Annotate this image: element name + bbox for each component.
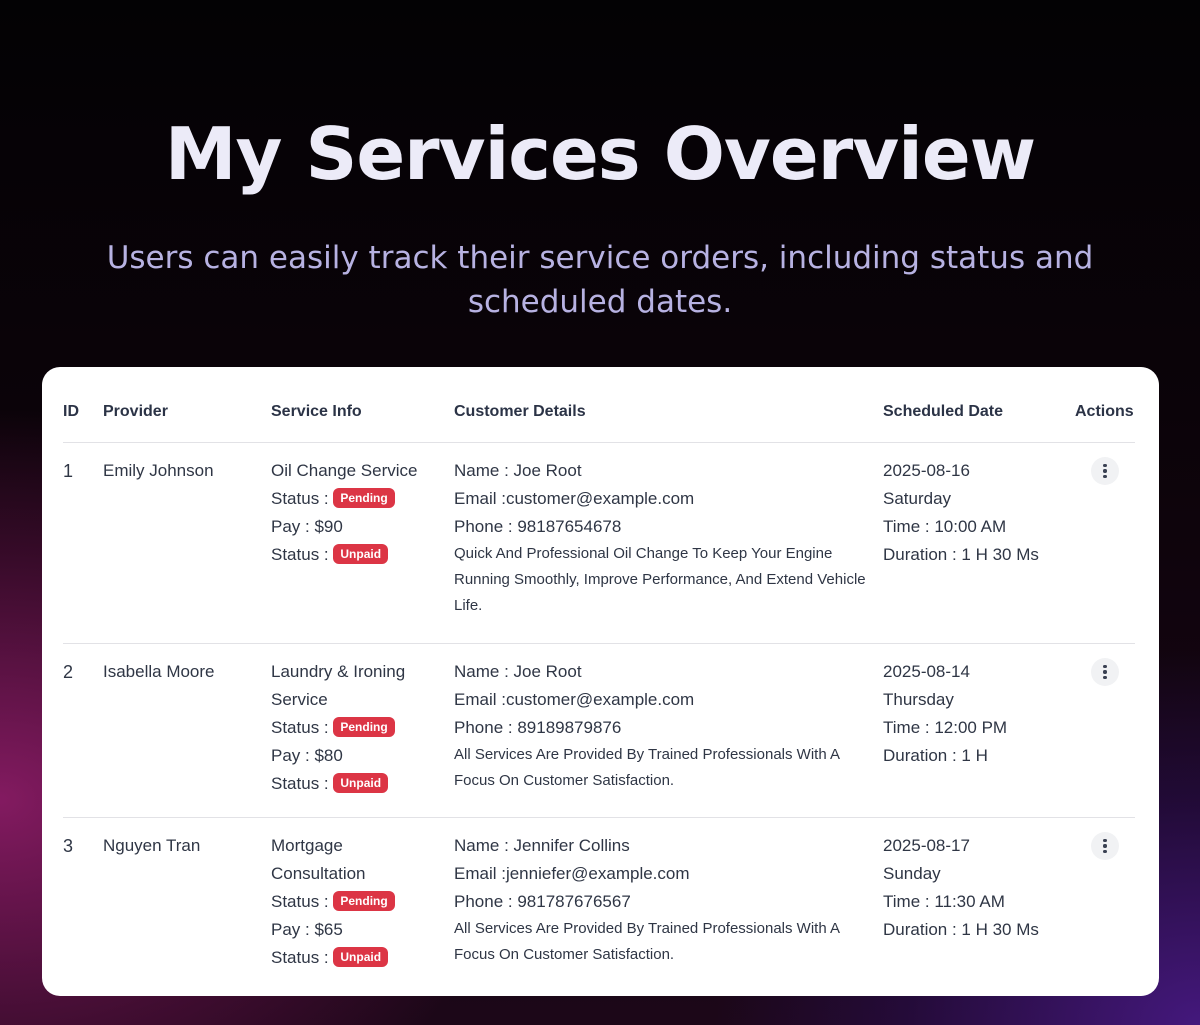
customer-email: Email :jenniefer@example.com bbox=[454, 864, 690, 883]
column-header-service-info: Service Info bbox=[271, 403, 362, 420]
customer-name: Name : Jennifer Collins bbox=[454, 836, 630, 855]
customer-name: Name : Joe Root bbox=[454, 461, 582, 480]
payment-status-badge: Unpaid bbox=[333, 946, 389, 967]
service-name-line1: Mortgage bbox=[271, 836, 343, 855]
scheduled-time: Time : 12:00 PM bbox=[883, 718, 1008, 737]
column-header-scheduled-date: Scheduled Date bbox=[883, 403, 1004, 420]
scheduled-day: Saturday bbox=[883, 489, 952, 508]
status-label: Status : bbox=[271, 489, 329, 508]
column-header-id: ID bbox=[63, 403, 79, 420]
provider-name: Isabella Moore bbox=[103, 662, 215, 681]
customer-phone: Phone : 89189879876 bbox=[454, 718, 622, 737]
row-actions-button[interactable] bbox=[1091, 832, 1119, 860]
scheduled-date: 2025-08-14 bbox=[883, 662, 970, 681]
pay-amount: Pay : $65 bbox=[271, 920, 343, 939]
status-badge: Pending bbox=[333, 890, 395, 911]
vertical-ellipsis-icon-dot bbox=[1103, 469, 1107, 473]
vertical-ellipsis-icon-dot bbox=[1103, 675, 1107, 680]
vertical-ellipsis-icon-dot bbox=[1103, 670, 1107, 674]
service-name: Oil Change Service bbox=[271, 461, 418, 480]
table-row: 3 Nguyen Tran Mortgage Consultation Stat… bbox=[63, 818, 1135, 988]
page-title: My Services Overview bbox=[164, 112, 1036, 196]
provider-name: Nguyen Tran bbox=[103, 836, 201, 855]
table-row: 1 Emily Johnson Oil Change Service Statu… bbox=[63, 443, 1135, 644]
scheduled-date: 2025-08-16 bbox=[883, 461, 970, 480]
row-actions-button[interactable] bbox=[1091, 457, 1119, 485]
service-name-line2: Service bbox=[271, 690, 328, 709]
customer-email: Email :customer@example.com bbox=[454, 690, 695, 709]
customer-phone: Phone : 98187654678 bbox=[454, 517, 622, 536]
row-id: 3 bbox=[63, 836, 74, 856]
payment-status-label: Status : bbox=[271, 774, 329, 793]
status-badge: Pending bbox=[333, 716, 395, 737]
row-id: 1 bbox=[63, 461, 74, 481]
scheduled-day: Sunday bbox=[883, 864, 941, 883]
column-header-actions: Actions bbox=[1075, 403, 1134, 420]
row-id: 2 bbox=[63, 662, 74, 682]
service-description: All Services Are Provided By Trained Pro… bbox=[454, 746, 840, 789]
scheduled-date: 2025-08-17 bbox=[883, 836, 970, 855]
row-actions-button[interactable] bbox=[1091, 658, 1119, 686]
service-duration: Duration : 1 H 30 Ms bbox=[883, 545, 1039, 564]
vertical-ellipsis-icon bbox=[1103, 664, 1107, 669]
service-name-line1: Laundry & Ironing bbox=[271, 662, 406, 681]
pay-amount: Pay : $90 bbox=[271, 517, 343, 536]
payment-status-label: Status : bbox=[271, 545, 329, 564]
customer-email: Email :customer@example.com bbox=[454, 489, 695, 508]
status-label: Status : bbox=[271, 892, 329, 911]
service-duration: Duration : 1 H 30 Ms bbox=[883, 920, 1039, 939]
vertical-ellipsis-icon-dot bbox=[1103, 474, 1107, 479]
table-row: 2 Isabella Moore Laundry & Ironing Servi… bbox=[63, 644, 1135, 818]
vertical-ellipsis-icon bbox=[1103, 463, 1107, 468]
status-badge: Pending bbox=[333, 487, 395, 508]
column-header-provider: Provider bbox=[103, 403, 168, 420]
service-name-line2: Consultation bbox=[271, 864, 366, 883]
payment-status-badge: Unpaid bbox=[333, 772, 389, 793]
service-duration: Duration : 1 H bbox=[883, 746, 988, 765]
customer-phone: Phone : 981787676567 bbox=[454, 892, 631, 911]
service-description: All Services Are Provided By Trained Pro… bbox=[454, 920, 840, 963]
pay-amount: Pay : $80 bbox=[271, 746, 343, 765]
scheduled-time: Time : 10:00 AM bbox=[883, 517, 1007, 536]
provider-name: Emily Johnson bbox=[103, 461, 214, 480]
payment-status-label: Status : bbox=[271, 948, 329, 967]
vertical-ellipsis-icon-dot bbox=[1103, 844, 1107, 848]
vertical-ellipsis-icon bbox=[1103, 838, 1107, 843]
status-label: Status : bbox=[271, 718, 329, 737]
service-description: Quick And Professional Oil Change To Kee… bbox=[454, 545, 866, 614]
vertical-ellipsis-icon-dot bbox=[1103, 849, 1107, 854]
column-header-customer-details: Customer Details bbox=[454, 403, 586, 420]
scheduled-time: Time : 11:30 AM bbox=[883, 892, 1005, 911]
customer-name: Name : Joe Root bbox=[454, 662, 582, 681]
services-table-card: ID Provider Service Info Customer Detail… bbox=[42, 367, 1159, 996]
table-header: ID Provider Service Info Customer Detail… bbox=[63, 367, 1135, 443]
payment-status-badge: Unpaid bbox=[333, 543, 389, 564]
page-subtitle: Users can easily track their service ord… bbox=[106, 240, 1094, 320]
scheduled-day: Thursday bbox=[883, 690, 954, 709]
